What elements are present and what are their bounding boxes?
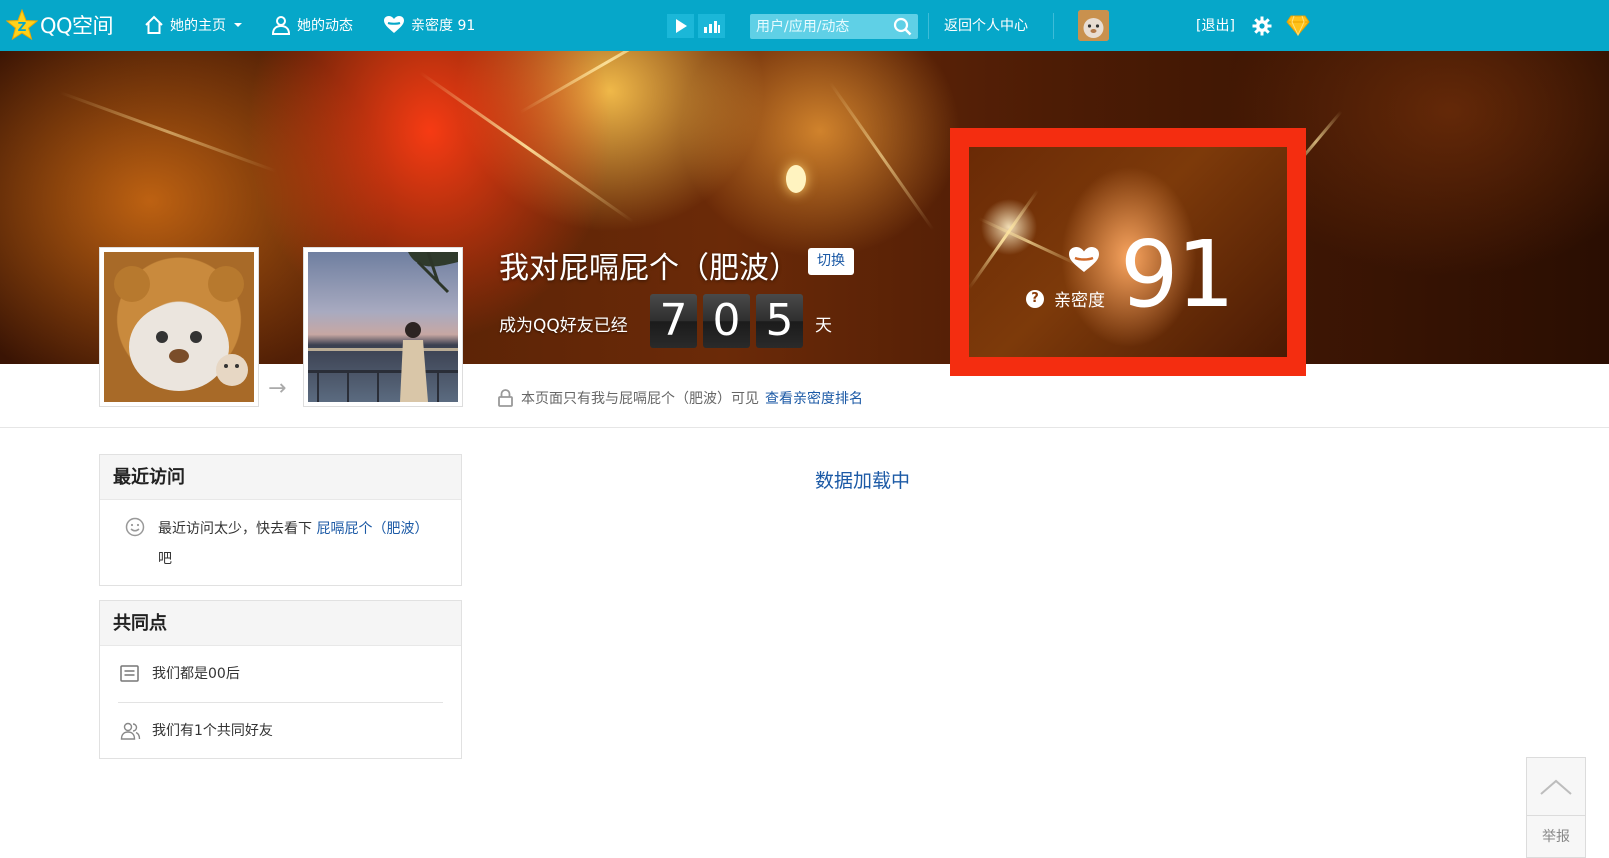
bar-chart-icon [703, 21, 720, 33]
header-divider [0, 427, 1609, 428]
search-input[interactable] [756, 16, 890, 37]
privacy-text: 本页面只有我与屁嗝屁个（肥波）可见 [521, 391, 759, 407]
qzone-star-icon: Z [6, 9, 38, 41]
user-icon [271, 16, 291, 35]
friend-profile-avatar[interactable] [303, 247, 463, 407]
nav-her-feed[interactable]: 她的动态 [271, 14, 353, 36]
smile-icon [125, 517, 145, 537]
nav-her-feed-label: 她的动态 [297, 18, 353, 34]
music-player [667, 14, 729, 38]
bear-avatar-image [104, 252, 254, 402]
light-streak [59, 91, 277, 173]
recent-visits-text-end: 吧 [158, 551, 172, 567]
light-streak [519, 51, 694, 114]
privacy-notice: 本页面只有我与屁嗝屁个（肥波）可见 查看亲密度排名 [498, 388, 863, 408]
common-item-friends[interactable]: 我们有1个共同好友 [118, 702, 443, 758]
my-avatar[interactable] [1078, 10, 1109, 41]
intimacy-ranking-link[interactable]: 查看亲密度排名 [765, 388, 863, 408]
play-button[interactable] [667, 14, 694, 38]
report-button[interactable]: 举报 [1527, 816, 1585, 858]
intimacy-value: 91 [1120, 221, 1235, 328]
friend-days-digit: 5 [756, 294, 803, 348]
svg-text:Z: Z [18, 20, 27, 34]
intimacy-label: 亲密度 [1054, 291, 1105, 311]
light-bokeh [786, 165, 806, 193]
friend-days-digit: 7 [650, 294, 697, 348]
friends-icon [120, 722, 141, 740]
nav-intimacy-label: 亲密度 91 [411, 18, 476, 34]
heart-icon [384, 16, 404, 33]
friend-since-label: 成为QQ好友已经 [499, 316, 628, 336]
qzone-logo[interactable]: Z QQ空间 [6, 8, 114, 42]
play-icon [675, 19, 687, 33]
search-box [750, 14, 918, 39]
loading-text: 数据加载中 [815, 470, 911, 492]
music-stats-button[interactable] [698, 14, 725, 38]
recent-visits-text: 最近访问太少，快去看下 [158, 521, 312, 537]
common-item-label: 我们有1个共同好友 [152, 723, 273, 739]
nav-separator [928, 13, 929, 39]
girl-by-lake-icon [308, 252, 458, 402]
switch-button[interactable]: 切换 [808, 248, 854, 275]
light-streak [828, 81, 935, 231]
bear-face-icon [114, 266, 248, 391]
nav-separator [1053, 13, 1054, 39]
lock-icon [498, 389, 513, 407]
common-points-panel: 共同点 我们都是00后 我们有1个共同好友 [99, 600, 462, 759]
logo-text: QQ空间 [40, 14, 114, 38]
my-profile-avatar[interactable] [99, 247, 259, 407]
lake-photo-avatar [308, 252, 458, 402]
chevron-down-icon [234, 23, 242, 27]
id-card-icon [120, 665, 139, 682]
common-item-label: 我们都是00后 [152, 666, 240, 682]
friend-name-link[interactable]: 屁嗝屁个（肥波） [316, 521, 428, 537]
nav-her-home-label: 她的主页 [170, 18, 226, 34]
side-toolbar: 举报 [1526, 757, 1586, 858]
logout-link[interactable]: [退出] [1196, 15, 1235, 35]
nav-intimacy[interactable]: 亲密度 91 [383, 14, 475, 36]
day-unit: 天 [815, 316, 832, 336]
back-to-top-button[interactable] [1527, 758, 1585, 816]
bear-avatar-icon [1078, 10, 1109, 41]
common-item-age: 我们都是00后 [118, 646, 443, 702]
recent-visits-body: 最近访问太少，快去看下 屁嗝屁个（肥波） 吧 [100, 500, 461, 588]
friend-days-digit: 0 [703, 294, 750, 348]
nav-her-home[interactable]: 她的主页 [144, 14, 244, 36]
common-points-title: 共同点 [100, 601, 461, 646]
heart-icon [1069, 247, 1099, 272]
top-nav-bar: Z QQ空间 她的主页 她的动态 亲密度 91 用户/应用/动态 返回个人中心 … [0, 0, 1609, 51]
chevron-up-icon [1540, 779, 1572, 795]
intimacy-help-icon[interactable]: ? [1026, 290, 1044, 308]
home-icon [145, 15, 163, 34]
diamond-icon[interactable] [1286, 15, 1310, 36]
light-streak [419, 71, 634, 223]
recent-visits-panel: 最近访问 最近访问太少，快去看下 屁嗝屁个（肥波） 吧 [99, 454, 462, 586]
return-center-link[interactable]: 返回个人中心 [944, 15, 1028, 35]
recent-visits-title: 最近访问 [100, 455, 461, 500]
search-icon[interactable] [893, 17, 912, 36]
gear-icon[interactable] [1252, 16, 1272, 36]
friend-name: 我对屁嗝屁个（肥波） [499, 251, 799, 286]
arrow-right-icon: → [268, 376, 287, 401]
